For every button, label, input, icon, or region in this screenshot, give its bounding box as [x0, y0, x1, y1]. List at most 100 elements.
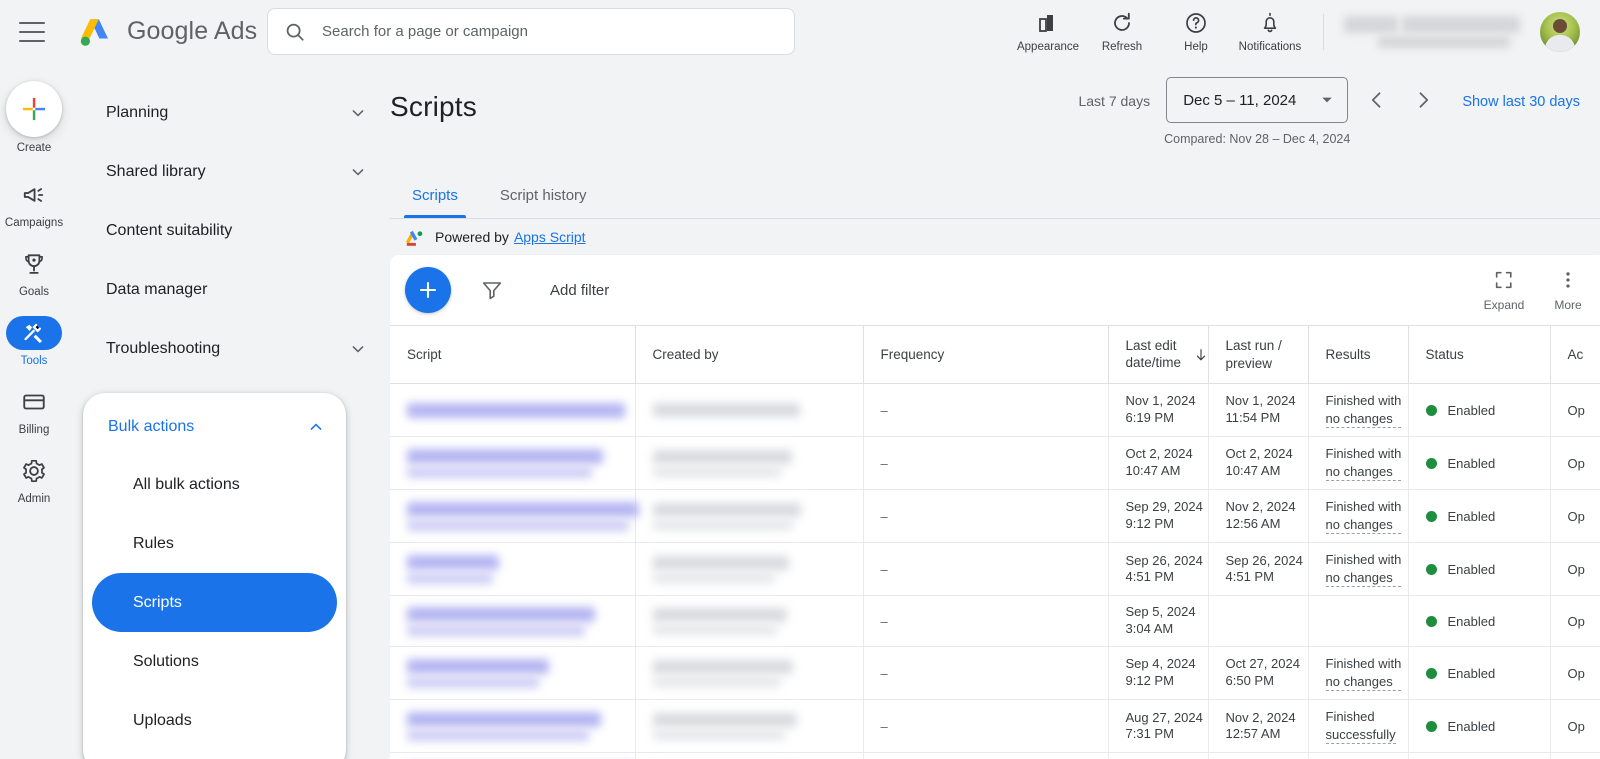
- open-action-link[interactable]: Op: [1568, 719, 1585, 734]
- table-row[interactable]: –Sep 4, 2024 9:12 PMOct 27, 2024 6:50 PM…: [390, 647, 1600, 700]
- show-last-30-days-link[interactable]: Show last 30 days: [1462, 94, 1580, 110]
- table-row[interactable]: –Aug 27, 2024 7:31 PMNov 2, 2024 12:57 A…: [390, 700, 1600, 753]
- column-header-frequency[interactable]: Frequency: [863, 326, 1108, 384]
- add-script-button[interactable]: [405, 267, 451, 313]
- cell-script[interactable]: [390, 753, 635, 759]
- col-last-edit-label: Last edit date/time: [1126, 338, 1182, 372]
- results-link[interactable]: Finished with no changes: [1326, 392, 1402, 428]
- nav-item-shared-library[interactable]: Shared library: [68, 142, 390, 201]
- tab-script-history[interactable]: Script history: [492, 173, 595, 218]
- nav-data-manager-label: Data manager: [106, 281, 368, 299]
- add-filter-button[interactable]: Add filter: [550, 282, 609, 299]
- open-action-link[interactable]: Op: [1568, 562, 1585, 577]
- open-action-link[interactable]: Op: [1568, 456, 1585, 471]
- nav-item-troubleshooting[interactable]: Troubleshooting: [68, 319, 390, 378]
- filter-icon[interactable]: [480, 278, 504, 302]
- nav-item-data-manager[interactable]: Data manager: [68, 260, 390, 319]
- cell-actions[interactable]: Op: [1550, 700, 1600, 753]
- cell-script[interactable]: [390, 384, 635, 437]
- apps-script-link[interactable]: Apps Script: [514, 229, 586, 245]
- script-name-redacted: [407, 502, 639, 517]
- create-button[interactable]: Create: [0, 81, 68, 154]
- tab-scripts[interactable]: Scripts: [404, 173, 466, 218]
- column-header-results[interactable]: Results: [1308, 326, 1408, 384]
- table-row[interactable]: –Sep 29, 2024 9:12 PMNov 2, 2024 12:56 A…: [390, 490, 1600, 543]
- next-period-button[interactable]: [1404, 77, 1442, 123]
- results-link[interactable]: Finished with no changes: [1326, 655, 1402, 691]
- previous-period-button[interactable]: [1358, 77, 1396, 123]
- cell-actions[interactable]: Op: [1550, 490, 1600, 543]
- script-name-redacted-line2: [407, 520, 629, 531]
- column-header-status[interactable]: Status: [1408, 326, 1550, 384]
- notifications-button[interactable]: Notifications: [1233, 10, 1307, 53]
- col-script-label: Script: [407, 347, 442, 362]
- nav-item-planning[interactable]: Planning: [68, 83, 390, 142]
- sidebar-item-rules[interactable]: Rules: [92, 514, 337, 573]
- open-action-link[interactable]: Op: [1568, 509, 1585, 524]
- script-name-redacted: [407, 712, 601, 727]
- sidebar-item-uploads[interactable]: Uploads: [92, 691, 337, 750]
- last-run-value: Oct 2, 2024 10:47 AM: [1226, 446, 1293, 478]
- column-header-script[interactable]: Script: [390, 326, 635, 384]
- account-name-redacted[interactable]: [1334, 12, 1524, 52]
- cell-actions[interactable]: Op: [1550, 437, 1600, 490]
- last-run-value: Nov 2, 2024 12:56 AM: [1226, 499, 1296, 531]
- sidebar-item-billing[interactable]: Billing: [0, 385, 68, 436]
- cell-script[interactable]: [390, 437, 635, 490]
- cell-actions[interactable]: Op: [1550, 384, 1600, 437]
- frequency-value: –: [881, 666, 888, 681]
- cell-status: Enabled: [1408, 543, 1550, 596]
- date-range-select[interactable]: Dec 5 – 11, 2024: [1166, 77, 1348, 123]
- help-button[interactable]: Help: [1159, 10, 1233, 53]
- open-action-link[interactable]: Op: [1568, 614, 1585, 629]
- status-label: Enabled: [1448, 509, 1496, 524]
- frequency-value: –: [881, 403, 888, 418]
- cell-script[interactable]: [390, 490, 635, 543]
- cell-actions[interactable]: Op: [1550, 543, 1600, 596]
- cell-script[interactable]: [390, 543, 635, 596]
- cell-actions[interactable]: Op: [1550, 596, 1600, 647]
- sidebar-item-solutions[interactable]: Solutions: [92, 632, 337, 691]
- results-link[interactable]: Finished with no changes: [1326, 498, 1402, 534]
- hamburger-icon[interactable]: [19, 22, 45, 42]
- results-link[interactable]: Finished successfully: [1326, 708, 1396, 744]
- avatar[interactable]: [1540, 12, 1580, 52]
- refresh-button[interactable]: Refresh: [1085, 10, 1159, 53]
- column-header-last-edit[interactable]: Last edit date/time: [1108, 326, 1208, 384]
- nav-item-content-suitability[interactable]: Content suitability: [68, 201, 390, 260]
- cell-script[interactable]: [390, 647, 635, 700]
- table-row[interactable]: –Nov 1, 2024 6:19 PMNov 1, 2024 11:54 PM…: [390, 384, 1600, 437]
- column-header-last-run[interactable]: Last run / preview: [1208, 326, 1308, 384]
- results-link[interactable]: Finished with no changes: [1326, 551, 1402, 587]
- script-name-redacted-line2: [407, 467, 592, 478]
- sidebar-item-campaigns[interactable]: Campaigns: [0, 178, 68, 229]
- nav-content-suitability-label: Content suitability: [106, 222, 368, 240]
- tools-label: Tools: [21, 355, 48, 367]
- table-row[interactable]: –Aug 2, 2024 5:47 PMEnabledOp: [390, 753, 1600, 759]
- open-action-link[interactable]: Op: [1568, 403, 1585, 418]
- sidebar-item-tools[interactable]: Tools: [0, 316, 68, 367]
- cell-script[interactable]: [390, 700, 635, 753]
- sidebar-item-scripts[interactable]: Scripts: [92, 573, 337, 632]
- cell-frequency: –: [863, 543, 1108, 596]
- cell-actions[interactable]: Op: [1550, 647, 1600, 700]
- results-link[interactable]: Finished with no changes: [1326, 445, 1402, 481]
- cell-script[interactable]: [390, 596, 635, 647]
- cell-actions[interactable]: Op: [1550, 753, 1600, 759]
- table-row[interactable]: –Sep 26, 2024 4:51 PMSep 26, 2024 4:51 P…: [390, 543, 1600, 596]
- table-row[interactable]: –Oct 2, 2024 10:47 AMOct 2, 2024 10:47 A…: [390, 437, 1600, 490]
- open-action-link[interactable]: Op: [1568, 666, 1585, 681]
- brand[interactable]: Google Ads: [77, 16, 257, 48]
- more-button[interactable]: More: [1536, 268, 1600, 312]
- expand-button[interactable]: Expand: [1472, 268, 1536, 312]
- tab-script-history-label: Script history: [500, 187, 587, 204]
- sidebar-item-admin[interactable]: Admin: [0, 454, 68, 505]
- table-row[interactable]: –Sep 5, 2024 3:04 AMEnabledOp: [390, 596, 1600, 647]
- column-header-actions[interactable]: Ac: [1550, 326, 1600, 384]
- appearance-button[interactable]: Appearance: [1011, 10, 1085, 53]
- sidebar-item-all-bulk-actions[interactable]: All bulk actions: [92, 455, 337, 514]
- column-header-created-by[interactable]: Created by: [635, 326, 863, 384]
- submenu-header-bulk-actions[interactable]: Bulk actions: [83, 399, 346, 455]
- sidebar-item-goals[interactable]: Goals: [0, 247, 68, 298]
- search-input[interactable]: Search for a page or campaign: [267, 8, 795, 55]
